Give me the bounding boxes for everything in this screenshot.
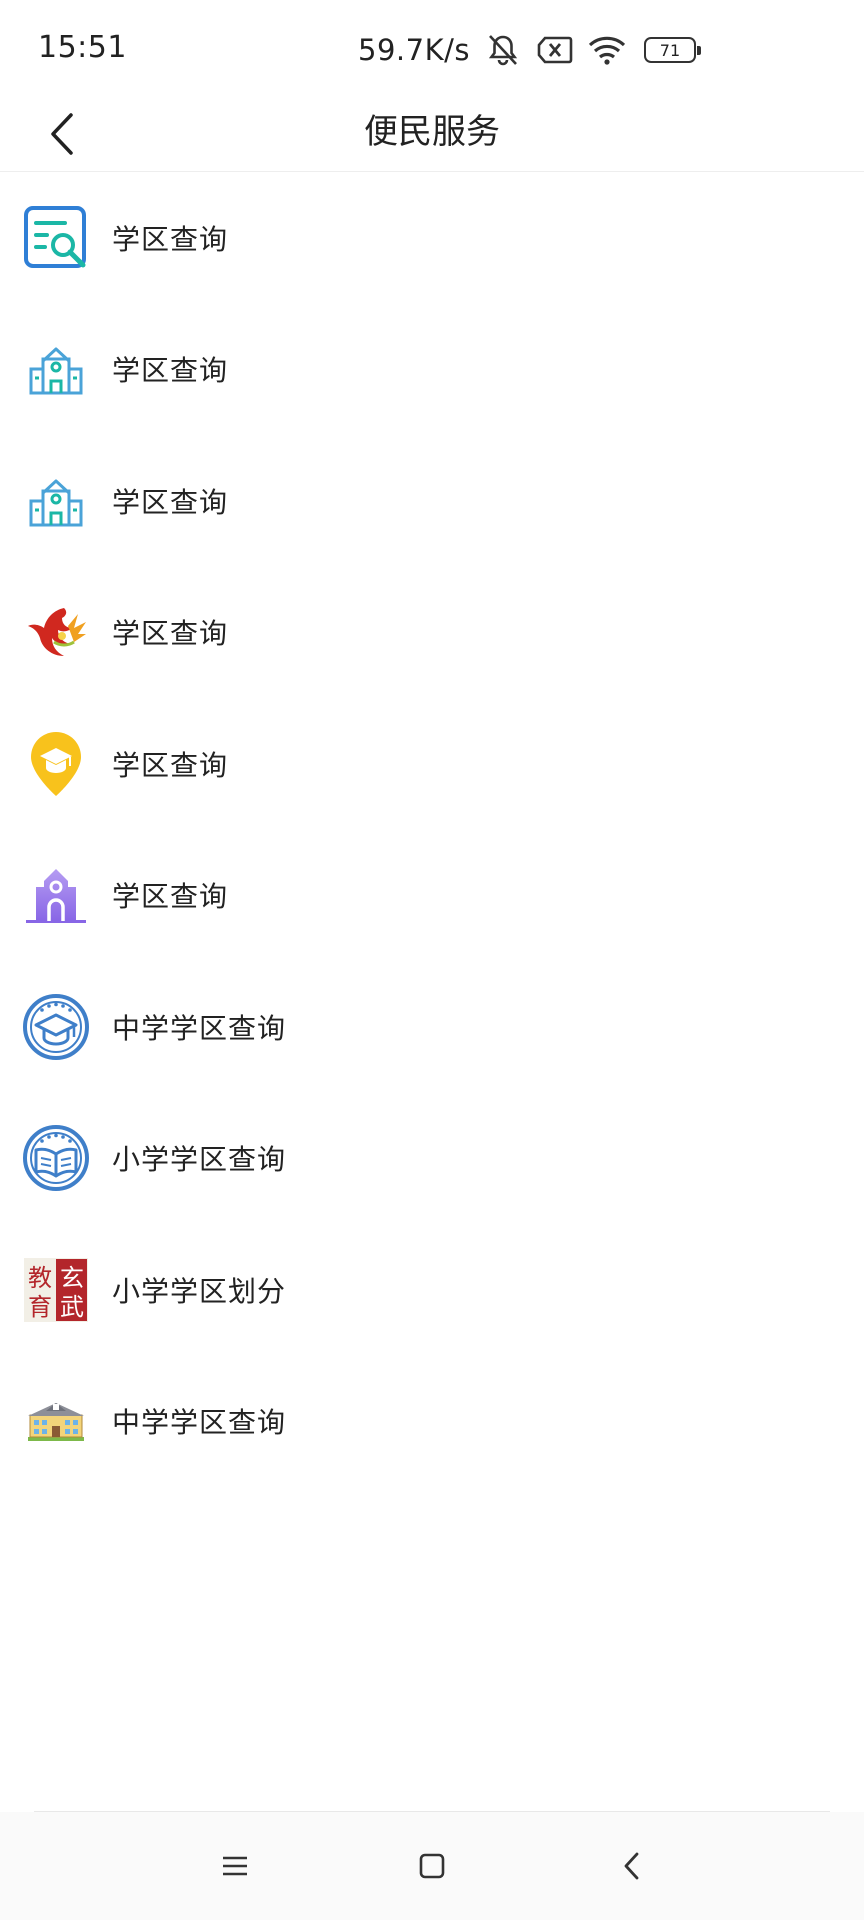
list-item-label: 中学学区查询 bbox=[112, 1011, 287, 1045]
service-list: 学区查询 学区查询 学区查询 学区查询 学区查询 学区查询 中学学区查询 小学学… bbox=[0, 172, 864, 1487]
list-item-label: 小学学区划分 bbox=[112, 1274, 287, 1308]
status-icons: 59.7K/s 71 bbox=[358, 30, 701, 70]
menu-icon bbox=[221, 1854, 249, 1882]
list-item[interactable]: 学区查询 bbox=[0, 567, 864, 699]
list-item-label: 中学学区查询 bbox=[112, 1406, 287, 1440]
list-item[interactable]: 学区查询 bbox=[0, 304, 864, 436]
list-item-label: 小学学区查询 bbox=[112, 1143, 287, 1177]
logo-char-bl: 育 bbox=[28, 1293, 52, 1321]
battery-icon: 71 bbox=[643, 37, 701, 63]
logo-char-br: 武 bbox=[60, 1293, 84, 1321]
list-item[interactable]: 中学学区查询 bbox=[0, 1356, 864, 1488]
red-bird-logo-icon bbox=[22, 598, 90, 666]
list-item-label: 学区查询 bbox=[112, 485, 229, 519]
blue-circle-book-icon bbox=[22, 1124, 90, 1192]
yellow-pin-graduation-cap-icon bbox=[22, 730, 90, 798]
document-search-icon bbox=[22, 204, 90, 272]
nav-back-button[interactable] bbox=[604, 1840, 660, 1896]
home-button[interactable] bbox=[404, 1840, 460, 1896]
back-icon bbox=[622, 1851, 642, 1885]
network-speed: 59.7K/s bbox=[358, 33, 470, 67]
list-item-label: 学区查询 bbox=[112, 880, 229, 914]
wifi-icon bbox=[586, 30, 628, 70]
list-item[interactable]: 学区查询 bbox=[0, 830, 864, 962]
sim-x-icon bbox=[534, 30, 576, 70]
logo-char-tl: 教 bbox=[28, 1264, 52, 1292]
page-title: 便民服务 bbox=[364, 112, 500, 152]
list-item[interactable]: 中学学区查询 bbox=[0, 961, 864, 1093]
purple-school-icon bbox=[22, 861, 90, 929]
status-time: 15:51 bbox=[38, 30, 127, 65]
list-item[interactable]: 学区查询 bbox=[0, 435, 864, 567]
list-item[interactable]: 小学学区查询 bbox=[0, 1093, 864, 1225]
logo-char-tr: 玄 bbox=[60, 1264, 84, 1292]
blue-circle-graduation-cap-icon bbox=[22, 993, 90, 1061]
list-item-label: 学区查询 bbox=[112, 222, 229, 256]
education-xuanwu-logo-icon: 教 育 玄 武 bbox=[22, 1256, 90, 1324]
mute-bell-icon bbox=[482, 30, 524, 70]
status-bar: 15:51 59.7K/s 71 bbox=[0, 0, 864, 100]
menu-button[interactable] bbox=[207, 1840, 263, 1896]
battery-level: 71 bbox=[659, 40, 681, 60]
list-item[interactable]: 学区查询 bbox=[0, 698, 864, 830]
school-building-color-icon bbox=[22, 1387, 90, 1455]
title-bar: 便民服务 bbox=[0, 100, 864, 172]
list-item[interactable]: 学区查询 bbox=[0, 172, 864, 304]
list-item[interactable]: 教 育 玄 武 小学学区划分 bbox=[0, 1224, 864, 1356]
list-item-label: 学区查询 bbox=[112, 748, 229, 782]
school-building-outline-icon bbox=[22, 467, 90, 535]
list-item-label: 学区查询 bbox=[112, 617, 229, 651]
home-square-icon bbox=[419, 1853, 445, 1883]
list-item-label: 学区查询 bbox=[112, 354, 229, 388]
school-building-outline-icon bbox=[22, 335, 90, 403]
